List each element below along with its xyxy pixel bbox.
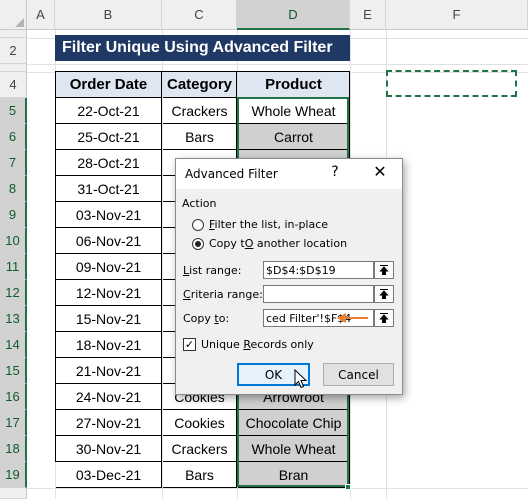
row-header-18[interactable]: 18 (0, 436, 27, 462)
row-header-10[interactable]: 10 (0, 228, 27, 254)
cell-order-date[interactable]: 06-Nov-21 (56, 228, 162, 254)
filter-in-place-option[interactable]: Filter the list, in-place (192, 218, 328, 231)
header-order-date[interactable]: Order Date (56, 72, 162, 98)
cell-category[interactable]: Crackers (163, 436, 237, 462)
collapse-arrow-icon (379, 289, 389, 299)
cell-order-date[interactable]: 22-Oct-21 (56, 98, 162, 124)
column-header-f[interactable]: F (386, 0, 528, 30)
collapse-arrow-icon (379, 313, 389, 323)
radio-copy-to-location[interactable] (192, 237, 204, 250)
advanced-filter-dialog: Advanced Filter ? ✕ Action Filter the li… (175, 158, 403, 395)
unique-records-label: Unique Records only (201, 338, 314, 351)
cell-product[interactable]: Whole Wheat (238, 436, 350, 462)
column-header-d[interactable]: D (237, 0, 350, 30)
cell-product[interactable]: Whole Wheat (238, 98, 350, 124)
row-header-7[interactable]: 7 (0, 150, 27, 176)
cell-order-date[interactable]: 27-Nov-21 (56, 410, 162, 436)
cell-category[interactable]: Bars (163, 124, 237, 150)
dialog-titlebar[interactable]: Advanced Filter ? ✕ (176, 159, 402, 189)
filter-in-place-label: Filter the list, in-place (209, 218, 329, 231)
select-all-corner[interactable] (0, 0, 27, 30)
row-header-16[interactable]: 16 (0, 384, 27, 410)
unique-records-checkbox[interactable]: ✓ (183, 338, 196, 351)
cell-order-date[interactable]: 21-Nov-21 (56, 358, 162, 384)
action-group-label: Action (182, 197, 217, 210)
copy-to-location-label: Copy tO another location (209, 237, 348, 250)
cell-order-date[interactable]: 24-Nov-21 (56, 384, 162, 410)
cell-category[interactable]: Crackers (163, 98, 237, 124)
table-border (55, 71, 350, 72)
cell-order-date[interactable]: 09-Nov-21 (56, 254, 162, 280)
collapse-arrow-icon (379, 265, 389, 275)
sheet-title[interactable]: Filter Unique Using Advanced Filter (55, 35, 350, 61)
cell-order-date[interactable]: 31-Oct-21 (56, 176, 162, 202)
grid-line (27, 64, 528, 65)
list-range-label: List range: (183, 264, 242, 277)
annotation-arrow-icon (337, 313, 368, 323)
header-category[interactable]: Category (163, 72, 237, 98)
copy-to-label: Copy to: (183, 312, 230, 325)
cell-order-date[interactable]: 25-Oct-21 (56, 124, 162, 150)
cell-product[interactable]: Bran (238, 462, 350, 488)
criteria-range-collapse-button[interactable] (374, 285, 394, 303)
criteria-range-input[interactable] (263, 285, 374, 303)
row-header-15[interactable]: 15 (0, 358, 27, 384)
row-header-3[interactable] (0, 64, 27, 72)
column-header-e[interactable]: E (350, 0, 386, 30)
column-header-c[interactable]: C (162, 0, 237, 30)
row-header-2[interactable]: 2 (0, 38, 27, 64)
cell-order-date[interactable]: 18-Nov-21 (56, 332, 162, 358)
help-button[interactable]: ? (326, 164, 344, 180)
unique-records-option[interactable]: ✓ Unique Records only (183, 338, 314, 351)
cell-category[interactable]: Cookies (163, 410, 237, 436)
row-header-6[interactable]: 6 (0, 124, 27, 150)
cancel-button[interactable]: Cancel (323, 363, 394, 386)
cell-order-date[interactable]: 30-Nov-21 (56, 436, 162, 462)
copy-destination-marquee[interactable] (386, 70, 517, 97)
cell-order-date[interactable]: 03-Dec-21 (56, 462, 162, 488)
row-header-12[interactable]: 12 (0, 280, 27, 306)
cell-order-date[interactable]: 03-Nov-21 (56, 202, 162, 228)
radio-filter-in-place[interactable] (192, 218, 204, 231)
row-header-11[interactable]: 11 (0, 254, 27, 280)
criteria-range-label: Criteria range: (183, 288, 263, 301)
column-header-b[interactable]: B (55, 0, 162, 30)
dialog-title: Advanced Filter (185, 167, 278, 181)
cell-order-date[interactable]: 28-Oct-21 (56, 150, 162, 176)
cell-product[interactable]: Chocolate Chip (238, 410, 350, 436)
copy-to-location-option[interactable]: Copy tO another location (192, 237, 347, 250)
row-header-1[interactable] (0, 30, 27, 38)
row-header-20[interactable] (0, 488, 27, 499)
row-header-14[interactable]: 14 (0, 332, 27, 358)
row-header-8[interactable]: 8 (0, 176, 27, 202)
fill-handle[interactable] (345, 484, 351, 490)
grid-line (27, 488, 528, 489)
table-border (55, 71, 56, 462)
header-product[interactable]: Product (238, 72, 350, 98)
cell-order-date[interactable]: 12-Nov-21 (56, 280, 162, 306)
list-range-collapse-button[interactable] (374, 261, 394, 279)
row-header-13[interactable]: 13 (0, 306, 27, 332)
row-header-9[interactable]: 9 (0, 202, 27, 228)
cell-product[interactable]: Carrot (238, 124, 350, 150)
cell-category[interactable]: Bars (163, 462, 237, 488)
list-range-input[interactable]: $D$4:$D$19 (263, 261, 374, 279)
copy-to-collapse-button[interactable] (374, 309, 394, 327)
mouse-pointer-icon (294, 369, 308, 389)
row-header-17[interactable]: 17 (0, 410, 27, 436)
close-icon[interactable]: ✕ (369, 162, 391, 181)
row-header-5[interactable]: 5 (0, 98, 27, 124)
column-header-a[interactable]: A (27, 0, 55, 30)
cell-order-date[interactable]: 15-Nov-21 (56, 306, 162, 332)
row-header-19[interactable]: 19 (0, 462, 27, 488)
row-header-4[interactable]: 4 (0, 72, 27, 98)
